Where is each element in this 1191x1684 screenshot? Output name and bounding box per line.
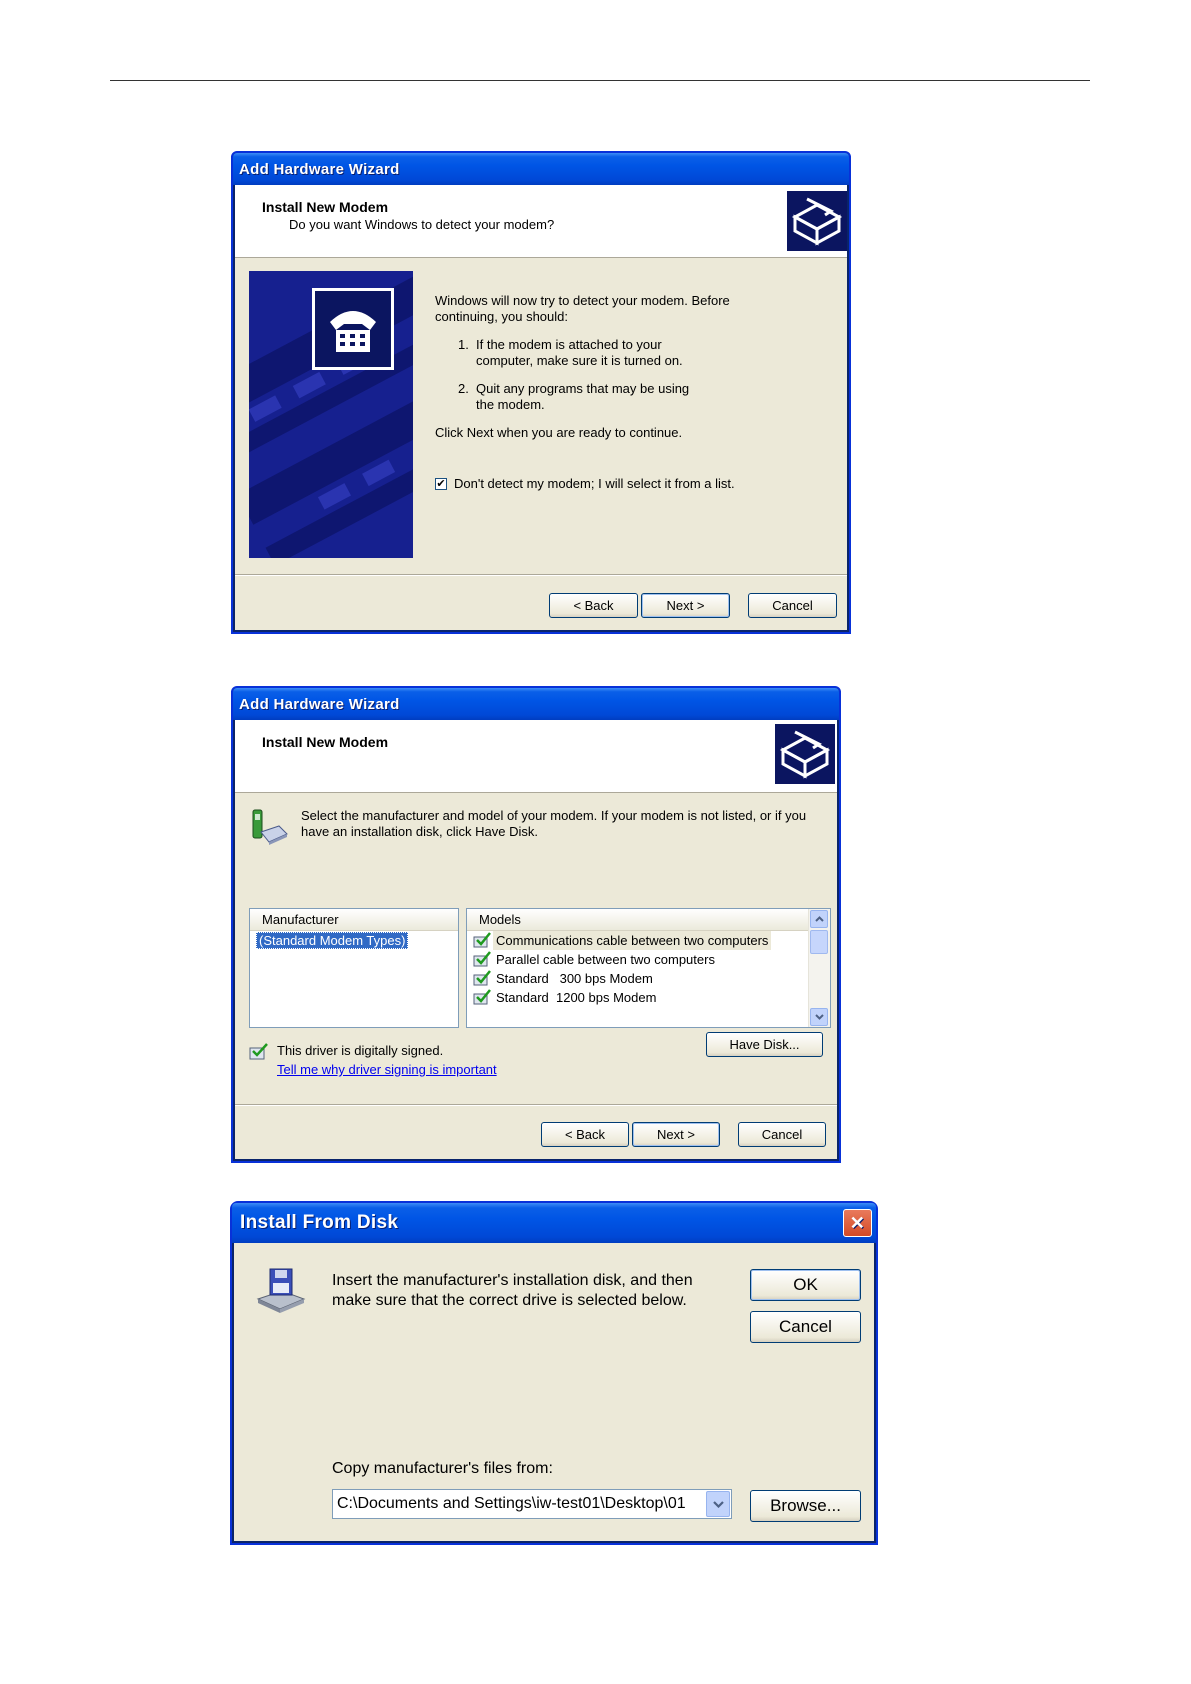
- instruction-line-1: Select the manufacturer and model of you…: [301, 808, 807, 823]
- dropdown-arrow-icon[interactable]: [706, 1491, 730, 1517]
- next-button[interactable]: Next >: [632, 1122, 720, 1147]
- model-driver-icon: [473, 951, 491, 968]
- copy-from-label: Copy manufacturer's files from:: [332, 1460, 553, 1477]
- step-1-number: 1.: [458, 337, 469, 352]
- models-column-header[interactable]: Models: [467, 909, 808, 931]
- cancel-button[interactable]: Cancel: [738, 1122, 826, 1147]
- wizard-header: Install New Modem Do you want Windows to…: [235, 185, 847, 258]
- header-title: Install New Modem: [262, 734, 389, 750]
- model-driver-icon: [473, 989, 491, 1006]
- path-combobox[interactable]: C:\Documents and Settings\iw-test01\Desk…: [332, 1489, 732, 1519]
- wizard-client: Install New Modem Do you want Windows to…: [235, 185, 847, 630]
- back-button[interactable]: < Back: [541, 1122, 629, 1147]
- manufacturer-item-label: (Standard Modem Types): [256, 932, 409, 949]
- message-line-1: Insert the manufacturer's installation d…: [332, 1272, 693, 1289]
- add-hardware-wizard-window-1: Add Hardware Wizard Install New Modem Do…: [231, 151, 851, 634]
- wizard-header: Install New Modem: [235, 720, 837, 793]
- message-line-2: make sure that the correct drive is sele…: [332, 1292, 687, 1309]
- model-item[interactable]: Standard 1200 bps Modem: [467, 988, 830, 1007]
- continue-text: Click Next when you are ready to continu…: [435, 425, 683, 440]
- scroll-down-icon[interactable]: [810, 1008, 828, 1026]
- model-item[interactable]: Parallel cable between two computers: [467, 950, 830, 969]
- intro-line-2: continuing, you should:: [435, 309, 568, 324]
- checkbox-label: Don't detect my modem; I will select it …: [454, 476, 735, 491]
- wizard-side-banner: [249, 271, 413, 558]
- modem-phone-icon: [249, 806, 289, 846]
- telephone-icon: [312, 288, 394, 370]
- install-from-disk-dialog: Install From Disk ✕ Insert the manufactu…: [230, 1201, 878, 1545]
- have-disk-button[interactable]: Have Disk...: [706, 1032, 823, 1057]
- step-2-line-2: the modem.: [476, 397, 545, 412]
- signed-driver-icon: [249, 1042, 269, 1062]
- driver-signing-link[interactable]: Tell me why driver signing is important: [277, 1062, 497, 1078]
- browse-button[interactable]: Browse...: [750, 1490, 861, 1522]
- hardware-wizard-icon: [787, 191, 847, 251]
- dialog-title-bar[interactable]: Install From Disk ✕: [232, 1203, 876, 1243]
- dialog-title: Install From Disk: [240, 1212, 399, 1233]
- header-subtitle: Do you want Windows to detect your modem…: [289, 217, 555, 232]
- intro-line-1: Windows will now try to detect your mode…: [435, 293, 730, 308]
- step-2-number: 2.: [458, 381, 469, 396]
- manufacturer-list[interactable]: Manufacturer (Standard Modem Types): [249, 908, 459, 1028]
- step-2-line-1: Quit any programs that may be using: [476, 381, 690, 396]
- page-top-rule: [110, 80, 1090, 81]
- footer-separator: [235, 574, 847, 576]
- manufacturer-column-header[interactable]: Manufacturer: [250, 909, 458, 931]
- window-title: Add Hardware Wizard: [239, 695, 400, 713]
- cancel-button[interactable]: Cancel: [748, 593, 837, 618]
- dialog-client: Insert the manufacturer's installation d…: [234, 1243, 874, 1541]
- close-icon: ✕: [849, 1213, 866, 1233]
- model-item-label: Communications cable between two compute…: [493, 931, 772, 950]
- window-title-bar[interactable]: Add Hardware Wizard: [233, 153, 849, 185]
- window-title: Add Hardware Wizard: [239, 160, 400, 178]
- floppy-install-icon: [254, 1265, 308, 1315]
- model-item[interactable]: Communications cable between two compute…: [467, 931, 830, 950]
- scroll-up-icon[interactable]: [810, 910, 828, 928]
- step-1-line-1: If the modem is attached to your: [476, 337, 662, 352]
- step-1-line-2: computer, make sure it is turned on.: [476, 353, 683, 368]
- model-item-label: Standard 1200 bps Modem: [496, 990, 657, 1005]
- footer-separator: [235, 1104, 837, 1106]
- model-driver-icon: [473, 970, 491, 987]
- cancel-button[interactable]: Cancel: [750, 1311, 861, 1343]
- window-title-bar[interactable]: Add Hardware Wizard: [233, 688, 839, 720]
- model-item-label: Standard 300 bps Modem: [496, 971, 653, 986]
- models-scrollbar[interactable]: [808, 909, 830, 1027]
- instruction-line-2: have an installation disk, click Have Di…: [301, 824, 538, 839]
- model-item[interactable]: Standard 300 bps Modem: [467, 969, 830, 988]
- close-button[interactable]: ✕: [843, 1209, 872, 1237]
- scroll-thumb[interactable]: [810, 930, 828, 954]
- wizard-client: Install New Modem Select the manufacture…: [235, 720, 837, 1159]
- checkbox-box[interactable]: ✔: [435, 478, 447, 490]
- signed-text: This driver is digitally signed.: [277, 1043, 444, 1058]
- model-driver-icon: [473, 932, 491, 949]
- hardware-wizard-icon: [775, 724, 835, 784]
- path-value[interactable]: C:\Documents and Settings\iw-test01\Desk…: [337, 1494, 701, 1514]
- dont-detect-checkbox[interactable]: ✔ Don't detect my modem; I will select i…: [435, 476, 735, 492]
- back-button[interactable]: < Back: [549, 593, 638, 618]
- manufacturer-item[interactable]: (Standard Modem Types): [250, 931, 458, 950]
- next-button[interactable]: Next >: [641, 593, 730, 618]
- models-list[interactable]: Models Communications cable between two …: [466, 908, 831, 1028]
- add-hardware-wizard-window-2: Add Hardware Wizard Install New Modem Se…: [231, 686, 841, 1163]
- model-item-label: Parallel cable between two computers: [496, 952, 715, 967]
- ok-button[interactable]: OK: [750, 1269, 861, 1301]
- header-title: Install New Modem: [262, 199, 389, 215]
